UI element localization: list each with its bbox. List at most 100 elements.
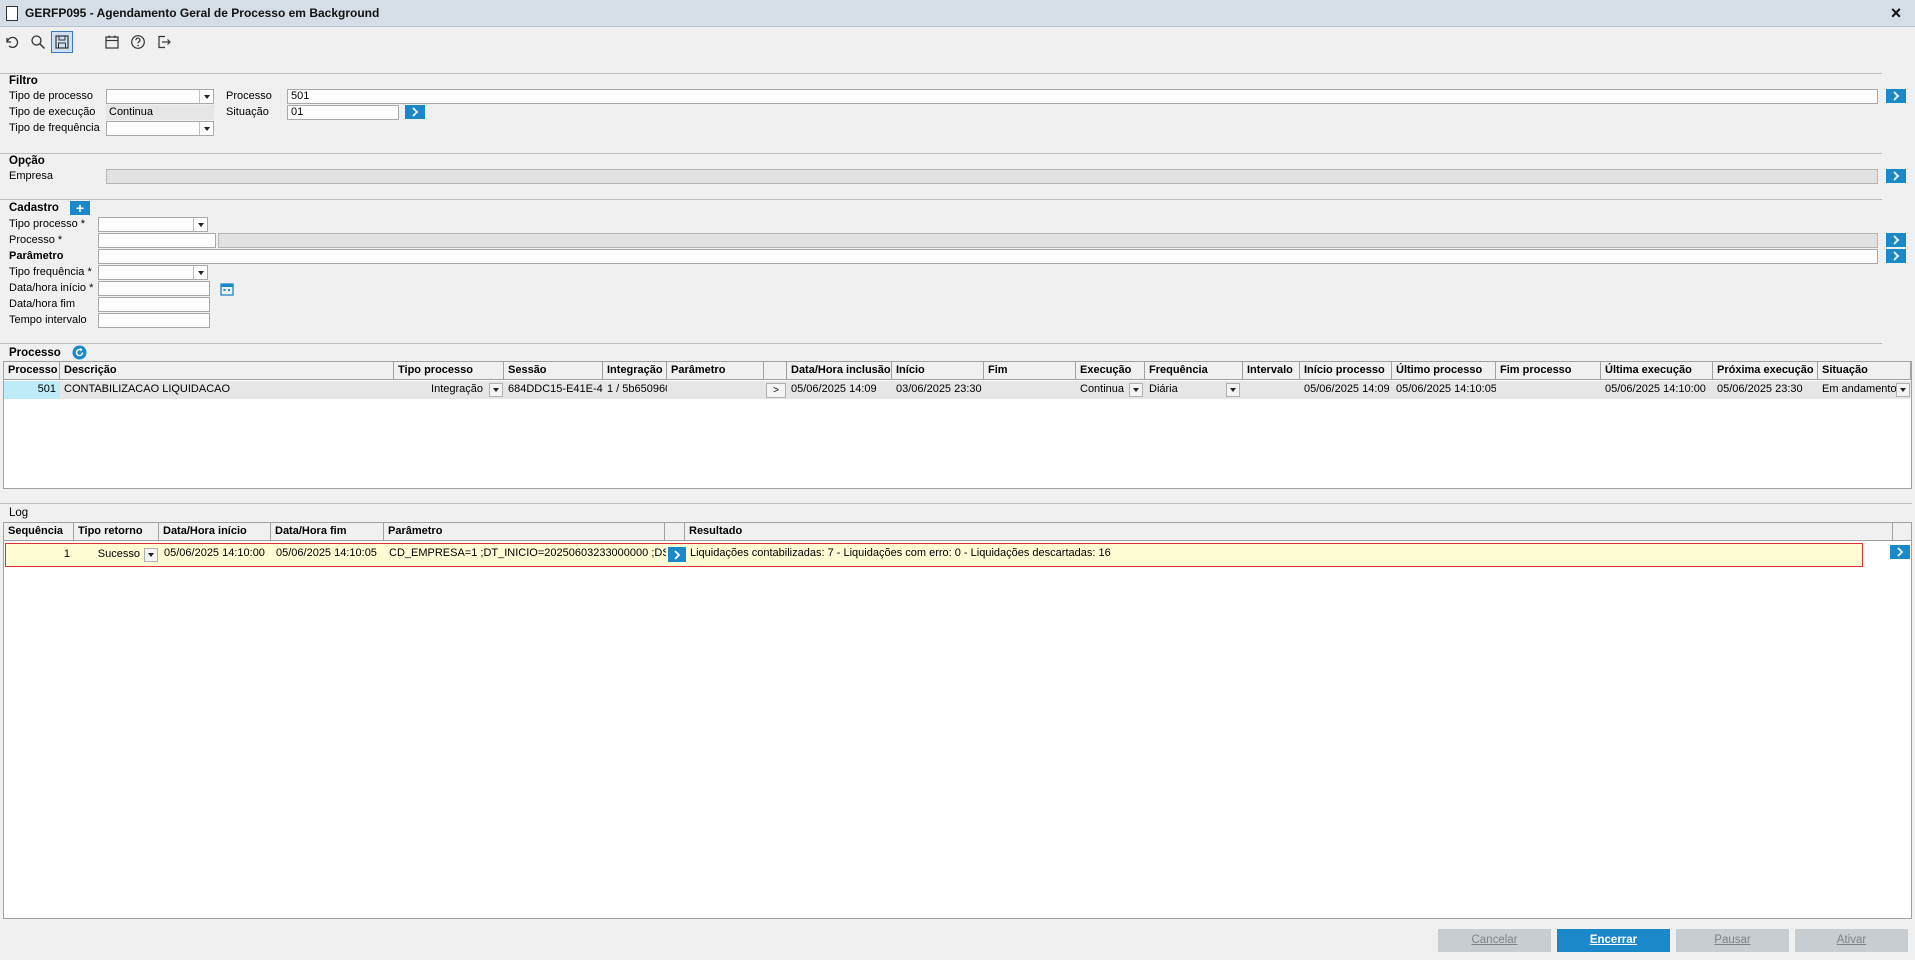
pause-button[interactable]: Pausar [1676,929,1789,952]
cadastro-data-fim-input[interactable] [98,297,210,312]
opcao-empresa-go-button[interactable] [1886,169,1906,183]
col-intervalo[interactable]: Intervalo [1243,362,1300,380]
cell-tipo-retorno[interactable]: Sucesso [74,546,144,564]
col-ultima-execucao[interactable]: Última execução [1601,362,1713,380]
cell-processo[interactable]: 501 [4,381,60,399]
save-icon[interactable] [51,31,73,53]
cell-inicio-processo[interactable]: 05/06/2025 14:09 [1300,381,1392,399]
chevron-down-icon[interactable] [489,383,503,397]
col-descricao[interactable]: Descrição [60,362,394,380]
chevron-down-icon [193,266,207,279]
table-row[interactable]: 501 CONTABILIZACAO LIQUIDACAO Integração… [4,381,1911,399]
cell-frequencia[interactable]: Diária [1145,381,1225,399]
add-cadastro-button[interactable]: + [70,201,90,215]
col-fim-processo[interactable]: Fim processo [1496,362,1601,380]
cadastro-parametro-go-button[interactable] [1886,249,1906,263]
cadastro-tipo-frequencia-select[interactable] [98,265,208,280]
col-processo[interactable]: Processo [4,362,60,380]
cell-parametro[interactable]: CD_EMPRESA=1 ;DT_INICIO=2025060323300000… [385,545,666,563]
col-inicio-processo[interactable]: Início processo [1300,362,1392,380]
chevron-down-icon[interactable] [1129,383,1143,397]
col-frequencia[interactable]: Frequência [1145,362,1243,380]
filtro-processo-go-button[interactable] [1886,89,1906,103]
opcao-empresa-label: Empresa [9,170,54,182]
cadastro-tempo-intervalo-input[interactable] [98,313,210,328]
col-inicio[interactable]: Início [892,362,984,380]
filtro-tipo-processo-label: Tipo de processo [9,90,93,102]
filtro-situacao-go-button[interactable] [405,105,425,119]
cell-ultima-execucao[interactable]: 05/06/2025 14:10:00 [1601,381,1713,399]
parametro-detail-button[interactable]: > [766,383,786,398]
col-data-inicio[interactable]: Data/Hora início [159,523,271,541]
cell-data-inclusao[interactable]: 05/06/2025 14:09 [787,381,892,399]
cadastro-data-inicio-label: Data/hora início * [9,282,94,294]
col-ultimo-processo[interactable]: Último processo [1392,362,1496,380]
parametro-detail-button[interactable] [668,547,686,562]
cell-fim-processo[interactable] [1496,381,1601,399]
filtro-tipo-processo-select[interactable] [106,89,214,104]
activate-button[interactable]: Ativar [1795,929,1908,952]
cell-integracao[interactable]: 1 / 5b650960 [603,381,667,399]
help-icon[interactable] [127,31,149,53]
cell-execucao[interactable]: Continua [1076,381,1130,399]
col-execucao[interactable]: Execução [1076,362,1145,380]
col-parametro[interactable]: Parâmetro [384,523,665,541]
chevron-down-icon[interactable] [1226,383,1240,397]
filtro-tipo-frequencia-select[interactable] [106,121,214,136]
cell-fim[interactable] [984,381,1076,399]
chevron-down-icon[interactable] [1896,383,1910,397]
cadastro-tipo-processo-select[interactable] [98,217,208,232]
chevron-down-icon[interactable] [144,548,158,562]
resultado-detail-button[interactable] [1890,545,1910,559]
filtro-tipo-execucao-label: Tipo de execução [9,106,96,118]
filtro-situacao-input[interactable]: 01 [287,105,399,120]
col-situacao[interactable]: Situação [1818,362,1911,380]
cell-tipo-processo[interactable]: Integração [394,381,487,399]
col-sessao[interactable]: Sessão [504,362,603,380]
cell-resultado[interactable]: Liquidações contabilizadas: 7 - Liquidaç… [686,545,1856,563]
cell-proxima-execucao[interactable]: 05/06/2025 23:30 [1713,381,1818,399]
exit-icon[interactable] [153,31,175,53]
toolbar [0,28,1915,57]
cell-sessao[interactable]: 684DDC15-E41E-41 [504,381,603,399]
calendar-icon[interactable] [101,31,123,53]
cell-descricao[interactable]: CONTABILIZACAO LIQUIDACAO [60,381,394,399]
filtro-situacao-label: Situação [226,106,269,118]
cell-inicio[interactable]: 03/06/2025 23:30 [892,381,984,399]
filtro-tipo-execucao-value[interactable]: Continua [106,105,214,120]
cell-sequencia[interactable]: 1 [6,546,74,564]
col-tipo-retorno[interactable]: Tipo retorno [74,523,159,541]
cadastro-parametro-input[interactable] [98,249,1878,264]
search-icon[interactable] [27,31,49,53]
cadastro-data-inicio-input[interactable] [98,281,210,296]
encerrar-button[interactable]: Encerrar [1557,929,1670,952]
close-icon[interactable]: × [1887,4,1905,22]
cell-intervalo[interactable] [1243,381,1300,399]
col-fim[interactable]: Fim [984,362,1076,380]
cadastro-processo-go-button[interactable] [1886,233,1906,247]
log-grid: Sequência Tipo retorno Data/Hora início … [3,522,1912,919]
cell-situacao[interactable]: Em andamento [1818,381,1896,399]
col-data-inclusao[interactable]: Data/Hora inclusão [787,362,892,380]
col-data-fim[interactable]: Data/Hora fim [271,523,384,541]
calendar-picker-icon[interactable] [219,281,235,297]
opcao-empresa-input[interactable] [106,169,1878,184]
col-proxima-execucao[interactable]: Próxima execução [1713,362,1818,380]
opcao-title: Opção [9,155,45,167]
cell-data-inicio[interactable]: 05/06/2025 14:10:00 [160,545,272,563]
filtro-processo-input[interactable]: 501 [287,89,1878,104]
col-parametro[interactable]: Parâmetro [667,362,764,380]
cell-ultimo-processo[interactable]: 05/06/2025 14:10:05 [1392,381,1496,399]
cancel-button[interactable]: Cancelar [1438,929,1551,952]
cadastro-parametro-label: Parâmetro [9,250,64,262]
col-integracao[interactable]: Integração [603,362,667,380]
cell-parametro[interactable] [667,381,764,399]
cadastro-processo-input[interactable] [98,233,216,248]
cell-data-fim[interactable]: 05/06/2025 14:10:05 [272,545,385,563]
refresh-icon[interactable] [72,345,87,360]
col-sequencia[interactable]: Sequência [4,523,74,541]
undo-icon[interactable] [1,31,23,53]
col-resultado[interactable]: Resultado [685,523,1893,541]
table-row[interactable]: 1 Sucesso 05/06/2025 14:10:00 05/06/2025… [5,543,1863,567]
col-tipo-processo[interactable]: Tipo processo [394,362,504,380]
